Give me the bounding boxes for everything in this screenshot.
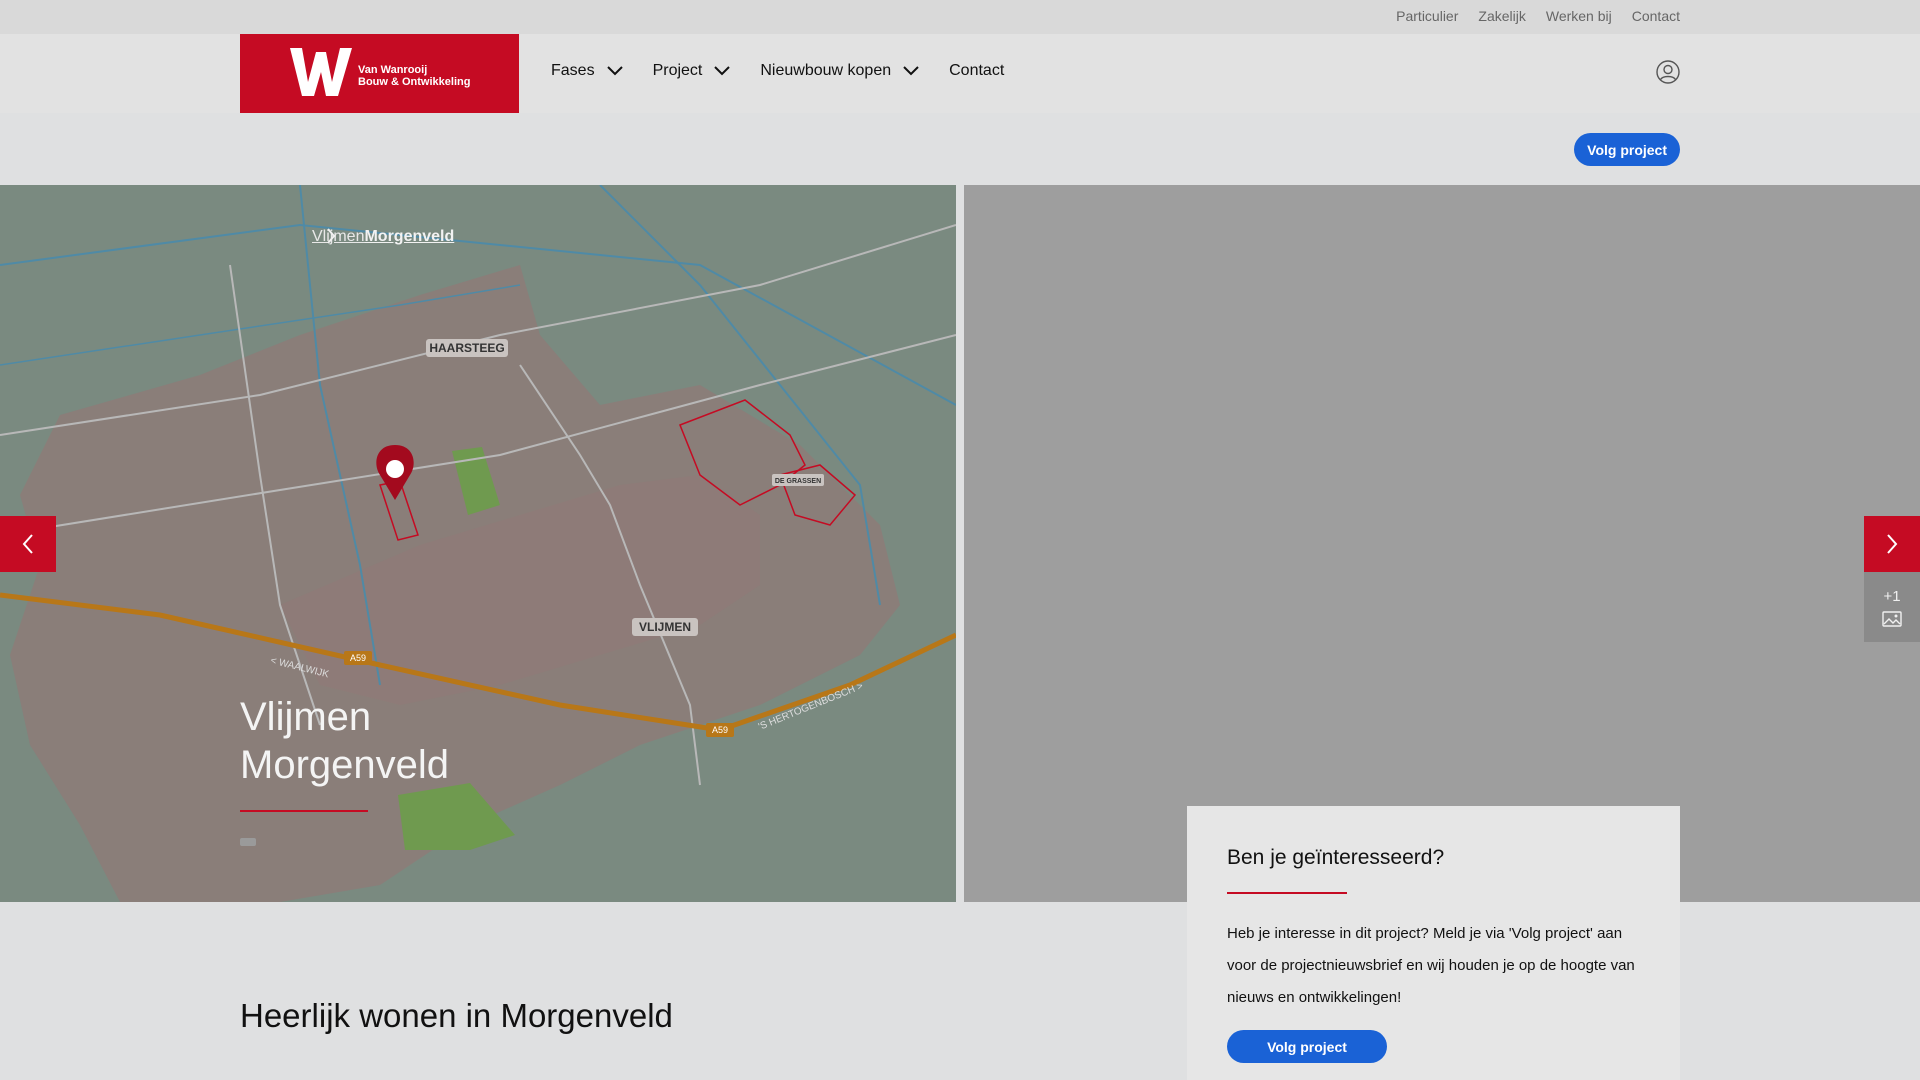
utility-links: Particulier Zakelijk Werken bij Contact — [1396, 8, 1680, 24]
image-icon — [1882, 610, 1902, 627]
utility-link-werken-bij[interactable]: Werken bij — [1546, 8, 1612, 24]
gallery-image-placeholder — [964, 185, 1920, 902]
nav-item-label: Project — [652, 62, 703, 79]
logo-name-line2: Bouw & Ontwikkeling — [358, 76, 471, 88]
interest-text: Heb je interesse in dit project? Meld je… — [1227, 925, 1635, 1006]
map-image: HAARSTEEG VLIJMEN DE GRASSEN < WAALWIJK … — [0, 185, 956, 902]
breadcrumb-parent[interactable]: Vlijmen — [312, 228, 364, 246]
photo-count-button[interactable]: +1 — [1864, 572, 1920, 642]
main-nav: Van Wanrooij Bouw & Ontwikkeling Fases P… — [0, 34, 1920, 113]
chevron-down-icon — [606, 66, 623, 76]
interest-card: Ben je geïnteresseerd? Heb je interesse … — [1187, 806, 1680, 1080]
user-icon[interactable] — [1656, 60, 1680, 84]
nav-item-project[interactable]: Project — [653, 62, 731, 80]
map-illustration: HAARSTEEG VLIJMEN DE GRASSEN < WAALWIJK … — [0, 185, 956, 902]
logo-w-icon — [290, 48, 352, 96]
utility-bar: Particulier Zakelijk Werken bij Contact — [0, 0, 1920, 34]
map-label-de-grassen: DE GRASSEN — [775, 478, 821, 485]
nav-item-contact[interactable]: Contact — [949, 62, 1004, 80]
sub-bar: Volg project — [0, 113, 1920, 185]
nav-item-nieuwbouw-kopen[interactable]: Nieuwbouw kopen — [760, 62, 919, 80]
follow-project-button-top[interactable]: Volg project — [1574, 133, 1680, 166]
breadcrumb: Vlijmen Morgenveld — [312, 228, 454, 246]
utility-link-particulier[interactable]: Particulier — [1396, 8, 1458, 24]
hero-title-line2: Morgenveld — [240, 743, 450, 787]
nav-item-label: Contact — [949, 62, 1005, 79]
nav-item-fases[interactable]: Fases — [551, 62, 623, 80]
previous-slide-button[interactable] — [0, 516, 56, 572]
logo[interactable]: Van Wanrooij Bouw & Ontwikkeling — [240, 34, 519, 113]
map-label-road: A59 — [350, 653, 366, 663]
next-slide-button[interactable] — [1864, 516, 1920, 572]
interest-title: Ben je geïnteresseerd? — [1227, 846, 1445, 869]
nav-item-label: Fases — [551, 62, 595, 79]
nav-item-label: Nieuwbouw kopen — [760, 62, 892, 79]
map-label-haarsteeg: HAARSTEEG — [429, 341, 504, 355]
map-label-vlijmen: VLIJMEN — [639, 620, 691, 634]
chevron-left-icon — [22, 534, 33, 554]
map-label-road: A59 — [712, 725, 728, 735]
utility-link-contact[interactable]: Contact — [1632, 8, 1680, 24]
chevron-down-icon — [714, 66, 731, 76]
photo-count: +1 — [1883, 587, 1901, 605]
chevron-right-icon — [327, 228, 336, 244]
breadcrumb-current[interactable]: Morgenveld — [364, 228, 454, 246]
interest-underline — [1227, 892, 1347, 894]
hero-underline — [240, 810, 368, 812]
nav-items: Fases Project Nieuwbouw kopen Contact — [551, 62, 1034, 80]
logo-name-line1: Van Wanrooij — [358, 64, 428, 76]
utility-link-zakelijk[interactable]: Zakelijk — [1478, 8, 1525, 24]
chevron-down-icon — [903, 66, 919, 76]
hero: HAARSTEEG VLIJMEN DE GRASSEN < WAALWIJK … — [0, 185, 1920, 902]
slide-indicator[interactable] — [240, 838, 256, 846]
hero-title: Vlijmen Morgenveld — [240, 693, 449, 789]
chevron-right-icon — [1887, 534, 1898, 554]
logo-text: Van Wanrooij Bouw & Ontwikkeling — [358, 64, 470, 88]
section-title: Heerlijk wonen in Morgenveld — [240, 997, 673, 1034]
hero-title-line1: Vlijmen — [240, 695, 372, 739]
follow-project-button[interactable]: Volg project — [1227, 1030, 1387, 1063]
